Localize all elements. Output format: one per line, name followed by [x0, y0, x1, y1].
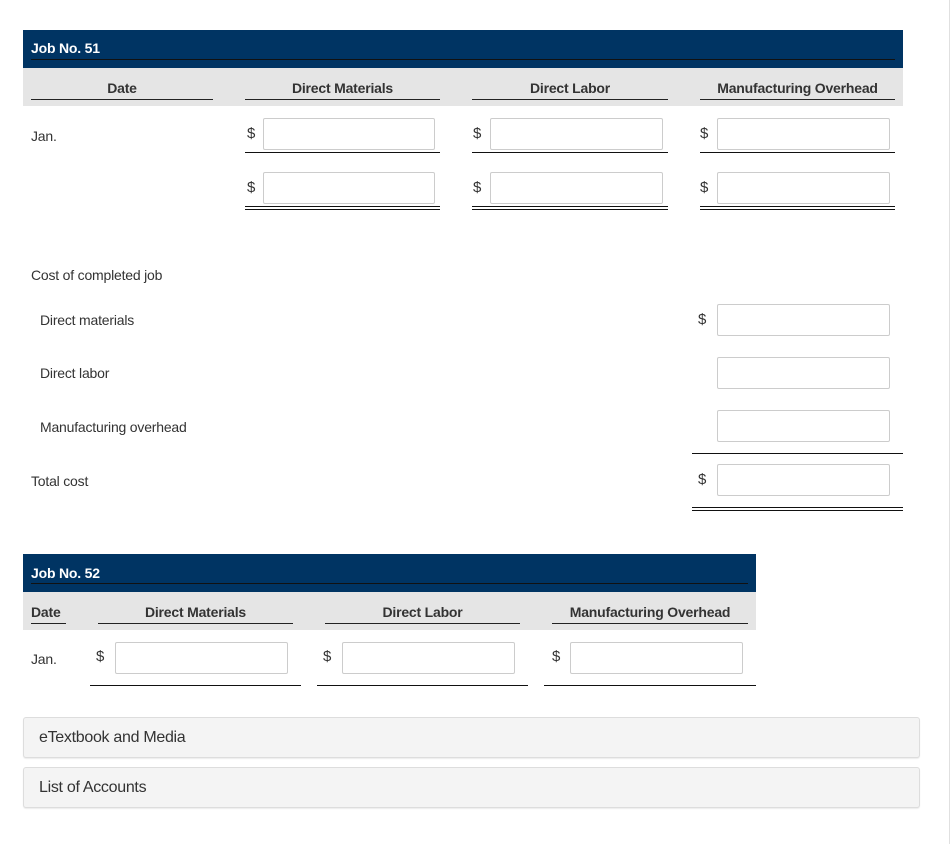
cost-section-heading: Cost of completed job	[31, 267, 163, 283]
job-51-row-1-direct-labor-input[interactable]	[490, 118, 663, 150]
row-date: Jan.	[31, 128, 57, 144]
job-51-col-direct-materials: Direct Materials	[291, 80, 394, 96]
list-of-accounts-label: List of Accounts	[39, 779, 147, 796]
col-underline	[700, 99, 895, 100]
job-51-title-rule	[31, 59, 895, 60]
double-underline	[692, 507, 903, 511]
double-underline	[700, 206, 895, 210]
job-52-title: Job No. 52	[31, 565, 100, 581]
col-underline	[552, 623, 748, 624]
col-underline	[325, 623, 520, 624]
dollar-sign: $	[473, 125, 482, 142]
row-underline	[544, 685, 756, 686]
dollar-sign: $	[552, 648, 561, 665]
dollar-sign: $	[698, 471, 707, 488]
cost-line-label: Manufacturing overhead	[40, 419, 187, 435]
col-underline	[245, 99, 440, 100]
dollar-sign: $	[323, 648, 332, 665]
dollar-sign: $	[247, 125, 256, 142]
dollar-sign: $	[247, 179, 256, 196]
job-51-col-date: Date	[107, 80, 137, 96]
subtotal-underline	[692, 453, 903, 454]
dollar-sign: $	[473, 179, 482, 196]
job-51-total-direct-labor-input[interactable]	[490, 172, 663, 204]
row-underline	[245, 152, 440, 153]
col-underline	[98, 623, 293, 624]
job-52-col-manufacturing-overhead: Manufacturing Overhead	[569, 604, 731, 620]
job-52-col-direct-labor: Direct Labor	[382, 604, 463, 620]
dollar-sign: $	[698, 311, 707, 328]
row-underline	[90, 685, 301, 686]
job-52-direct-materials-input[interactable]	[115, 642, 288, 674]
cost-direct-labor-input[interactable]	[717, 357, 890, 389]
job-51-header-band	[23, 30, 903, 68]
double-underline	[472, 206, 668, 210]
list-of-accounts-panel[interactable]: List of Accounts	[23, 767, 920, 808]
job-51-title: Job No. 51	[31, 40, 100, 56]
page-right-border	[949, 0, 950, 844]
job-52-col-direct-materials: Direct Materials	[144, 604, 247, 620]
job-51-total-manufacturing-overhead-input[interactable]	[717, 172, 890, 204]
dollar-sign: $	[96, 648, 105, 665]
col-underline	[31, 623, 66, 624]
job-51-col-manufacturing-overhead: Manufacturing Overhead	[717, 80, 878, 96]
job-52-title-rule	[31, 583, 748, 584]
cost-line-label: Direct labor	[40, 365, 110, 381]
col-underline	[472, 99, 668, 100]
etextbook-and-media-panel[interactable]: eTextbook and Media	[23, 717, 920, 758]
row-underline	[317, 685, 528, 686]
cost-manufacturing-overhead-input[interactable]	[717, 410, 890, 442]
dollar-sign: $	[700, 125, 709, 142]
total-cost-input[interactable]	[717, 464, 890, 496]
job-52-header-band	[23, 554, 756, 592]
job-52-col-date: Date	[31, 604, 61, 620]
row-underline	[700, 152, 895, 153]
job-51-total-direct-materials-input[interactable]	[263, 172, 435, 204]
job-52-manufacturing-overhead-input[interactable]	[570, 642, 743, 674]
total-cost-label: Total cost	[31, 473, 89, 489]
job-51-row-1-direct-materials-input[interactable]	[263, 118, 435, 150]
cost-direct-materials-input[interactable]	[717, 304, 890, 336]
job-51-col-direct-labor: Direct Labor	[529, 80, 611, 96]
job-51-row-1-manufacturing-overhead-input[interactable]	[717, 118, 890, 150]
row-underline	[472, 152, 668, 153]
col-underline	[31, 99, 213, 100]
etextbook-and-media-label: eTextbook and Media	[39, 729, 186, 746]
job-52-direct-labor-input[interactable]	[342, 642, 515, 674]
dollar-sign: $	[700, 179, 709, 196]
row-date: Jan.	[31, 651, 57, 667]
double-underline	[245, 206, 440, 210]
cost-line-label: Direct materials	[40, 312, 135, 328]
